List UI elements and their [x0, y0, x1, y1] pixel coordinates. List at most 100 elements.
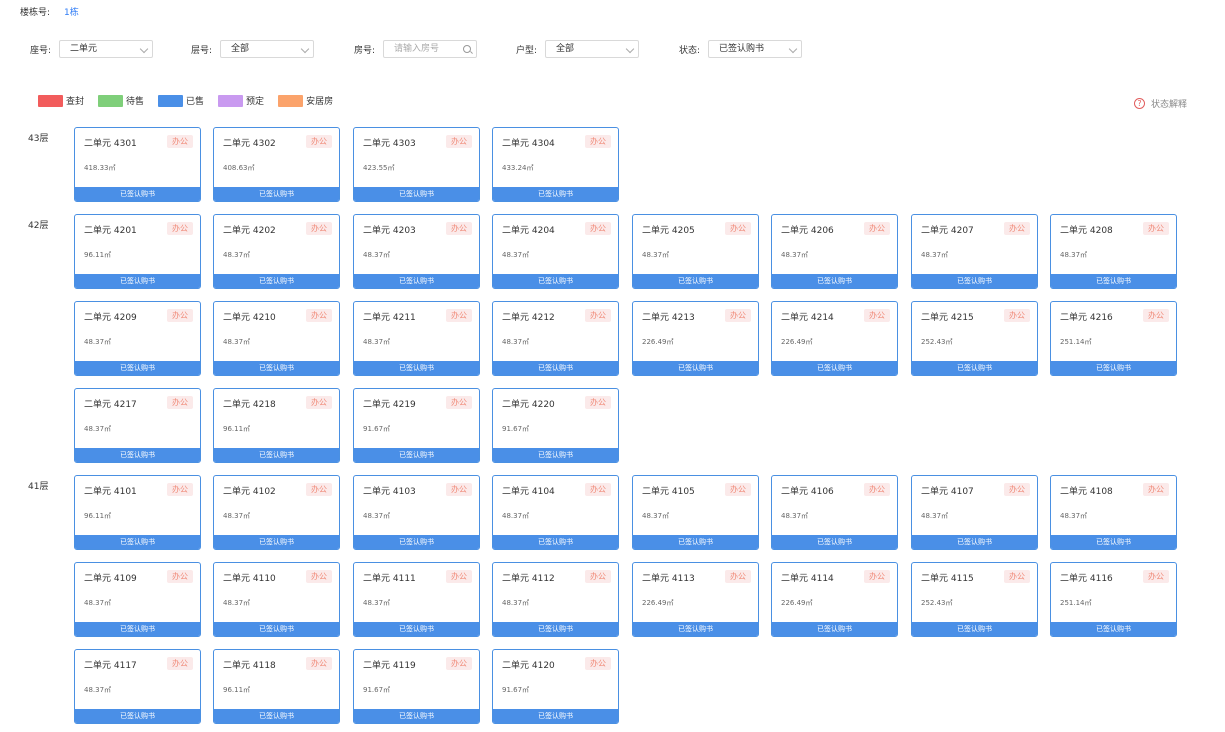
legend-label: 已售 [186, 97, 205, 107]
room-card[interactable]: 二单元 4205 办公 48.37㎡ 已签认购书 [632, 214, 759, 289]
room-card[interactable]: 二单元 4302 办公 408.63㎡ 已签认购书 [213, 127, 340, 202]
room-card[interactable]: 二单元 4209 办公 48.37㎡ 已签认购书 [74, 301, 201, 376]
room-card[interactable]: 二单元 4219 办公 91.67㎡ 已签认购书 [353, 388, 480, 463]
room-card[interactable]: 二单元 4214 办公 226.49㎡ 已签认购书 [771, 301, 898, 376]
room-status-bar: 已签认购书 [214, 622, 339, 636]
room-card[interactable]: 二单元 4218 办公 96.11㎡ 已签认购书 [213, 388, 340, 463]
room-card[interactable]: 二单元 4113 办公 226.49㎡ 已签认购书 [632, 562, 759, 637]
room-card[interactable]: 二单元 4202 办公 48.37㎡ 已签认购书 [213, 214, 340, 289]
room-area: 251.14㎡ [1060, 599, 1092, 607]
room-card[interactable]: 二单元 4101 办公 96.11㎡ 已签认购书 [74, 475, 201, 550]
room-card[interactable]: 二单元 4217 办公 48.37㎡ 已签认购书 [74, 388, 201, 463]
room-name: 二单元 4113 [642, 574, 695, 584]
room-status-bar: 已签认购书 [75, 274, 200, 288]
legend-swatch [218, 94, 244, 107]
room-card[interactable]: 二单元 4213 办公 226.49㎡ 已签认购书 [632, 301, 759, 376]
room-card[interactable]: 二单元 4212 办公 48.37㎡ 已签认购书 [492, 301, 619, 376]
room-card[interactable]: 二单元 4106 办公 48.37㎡ 已签认购书 [771, 475, 898, 550]
room-card[interactable]: 二单元 4203 办公 48.37㎡ 已签认购书 [353, 214, 480, 289]
room-card[interactable]: 二单元 4102 办公 48.37㎡ 已签认购书 [213, 475, 340, 550]
room-card[interactable]: 二单元 4105 办公 48.37㎡ 已签认购书 [632, 475, 759, 550]
layout-select[interactable]: 全部 [545, 40, 640, 58]
room-area: 91.67㎡ [502, 686, 530, 694]
room-card[interactable]: 二单元 4115 办公 252.43㎡已签认购书 [911, 562, 1038, 637]
room-name: 二单元 4303 [363, 139, 416, 149]
room-card[interactable]: 二单元 4110 办公 48.37㎡ 已签认购书 [213, 562, 340, 637]
room-card[interactable]: 二单元 4112 办公 48.37㎡ 已签认购书 [492, 562, 619, 637]
room-card[interactable]: 二单元 4216 办公 251.14㎡ 已签认购书 [1050, 301, 1177, 376]
status-select[interactable]: 已签认购书 [708, 40, 803, 58]
room-area: 48.37㎡ [502, 512, 530, 520]
room-card[interactable]: 二单元 4208 办公 48.37㎡ 已签认购书 [1050, 214, 1177, 289]
room-status-bar: 已签认购书 [75, 622, 200, 636]
room-type-tag: 办公 [306, 135, 332, 148]
room-card[interactable]: 二单元 4104 办公 48.37㎡ 已签认购书 [492, 475, 619, 550]
room-area: 48.37㎡ [84, 599, 112, 607]
status-help-link[interactable]: ? 状态解释 [1133, 97, 1187, 110]
room-name: 二单元 4111 [363, 574, 416, 584]
room-card[interactable]: 二单元 4304 办公 433.24㎡ 已签认购书 [492, 127, 619, 202]
room-search-input[interactable]: 请输入房号 [383, 40, 478, 58]
room-name: 二单元 4118 [223, 661, 276, 671]
floor-select[interactable]: 全部 [220, 40, 315, 58]
legend-label: 安居房 [306, 97, 334, 107]
room-name: 二单元 4208 [1060, 226, 1113, 236]
room-card[interactable]: 二单元 4117 办公 48.37㎡ 已签认购书 [74, 649, 201, 724]
building-value-link[interactable]: 1栋 [64, 5, 79, 18]
room-card[interactable]: 二单元 4210 办公 48.37㎡ 已签认购书 [213, 301, 340, 376]
room-type-tag: 办公 [167, 570, 193, 583]
room-card[interactable]: 二单元 4114 办公 226.49㎡ 已签认购书 [771, 562, 898, 637]
room-card[interactable]: 二单元 4211 办公 48.37㎡ 已签认购书 [353, 301, 480, 376]
room-card[interactable]: 二单元 4215 办公 252.43㎡ 已签认购书 [911, 301, 1038, 376]
room-name: 二单元 4115 [921, 574, 974, 584]
room-area: 48.37㎡ [921, 512, 949, 520]
seat-select[interactable]: 二单元 [59, 40, 154, 58]
room-area: 96.11㎡ [84, 251, 112, 259]
room-card[interactable]: 二单元 4301 办公 418.33㎡ 已签认购书 [74, 127, 201, 202]
room-card[interactable]: 二单元 4118 办公 96.11㎡ 已签认购书 [213, 649, 340, 724]
room-card[interactable]: 二单元 4220 办公 91.67㎡ 已签认购书 [492, 388, 619, 463]
room-name: 二单元 4114 [781, 574, 834, 584]
search-icon[interactable] [463, 45, 472, 53]
room-card[interactable]: 二单元 4107 办公 48.37㎡ 已签认购书 [911, 475, 1038, 550]
room-name: 二单元 4210 [223, 313, 276, 323]
room-area: 48.37㎡ [84, 686, 112, 694]
room-type-tag: 办公 [1004, 570, 1030, 583]
room-card[interactable]: 二单元 4116 办公 251.14㎡ 已签认购书 [1050, 562, 1177, 637]
room-card[interactable]: 二单元 4111 办公 48.37㎡ 已签认购书 [353, 562, 480, 637]
room-card[interactable]: 二单元 4119 办公 91.67㎡ 已签认购书 [353, 649, 480, 724]
room-status-bar: 已签认购书 [912, 622, 1037, 636]
room-card[interactable]: 二单元 4109 办公 48.37㎡ 已签认购书 [74, 562, 201, 637]
room-status-bar: 已签认购书 [633, 622, 758, 636]
chevron-down-icon [625, 44, 635, 54]
room-name: 二单元 4217 [84, 400, 137, 410]
room-card[interactable]: 二单元 4108 办公 48.37㎡ 已签认购书 [1050, 475, 1177, 550]
room-status-bar: 已签认购书 [912, 361, 1037, 375]
room-card[interactable]: 二单元 4201 办公 96.11㎡ 已签认购书 [74, 214, 201, 289]
room-card[interactable]: 二单元 4103 办公 48.37㎡ 已签认购书 [353, 475, 480, 550]
room-name: 二单元 4112 [502, 574, 555, 584]
room-area: 252.43㎡ [921, 599, 953, 607]
room-status-bar: 已签认购书 [493, 448, 618, 462]
room-card[interactable]: 二单元 4120 办公 91.67㎡ 已签认购书 [492, 649, 619, 724]
legend-label: 查封 [66, 97, 85, 107]
room-name: 二单元 4216 [1060, 313, 1113, 323]
room-type-tag: 办公 [864, 483, 890, 496]
room-area: 48.37㎡ [502, 251, 530, 259]
room-name: 二单元 4213 [642, 313, 695, 323]
room-card[interactable]: 二单元 4206 办公 48.37㎡ 已签认购书 [771, 214, 898, 289]
room-status-bar: 已签认购书 [214, 274, 339, 288]
room-status-bar: 已签认购书 [75, 709, 200, 723]
room-status-bar: 已签认购书 [493, 361, 618, 375]
room-type-tag: 办公 [585, 570, 611, 583]
room-card[interactable]: 二单元 4204 办公 48.37㎡ 已签认购书 [492, 214, 619, 289]
room-area: 423.55㎡ [363, 164, 395, 172]
room-card[interactable]: 二单元 4303 办公 423.55㎡ 已签认购书 [353, 127, 480, 202]
room-card[interactable]: 二单元 4207 办公 48.37㎡ 已签认购书 [911, 214, 1038, 289]
room-area: 48.37㎡ [363, 251, 391, 259]
room-name: 二单元 4103 [363, 487, 416, 497]
room-status-bar: 已签认购书 [1051, 535, 1176, 549]
room-status-bar: 已签认购书 [493, 622, 618, 636]
room-name: 二单元 4211 [363, 313, 416, 323]
room-status-bar: 已签认购书 [772, 535, 897, 549]
